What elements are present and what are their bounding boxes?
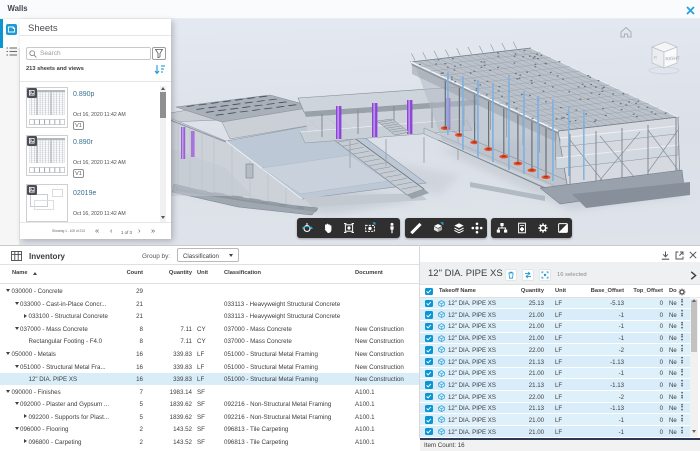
svg-text:RIGHT: RIGHT	[665, 55, 680, 61]
svg-text:R: R	[654, 55, 657, 60]
